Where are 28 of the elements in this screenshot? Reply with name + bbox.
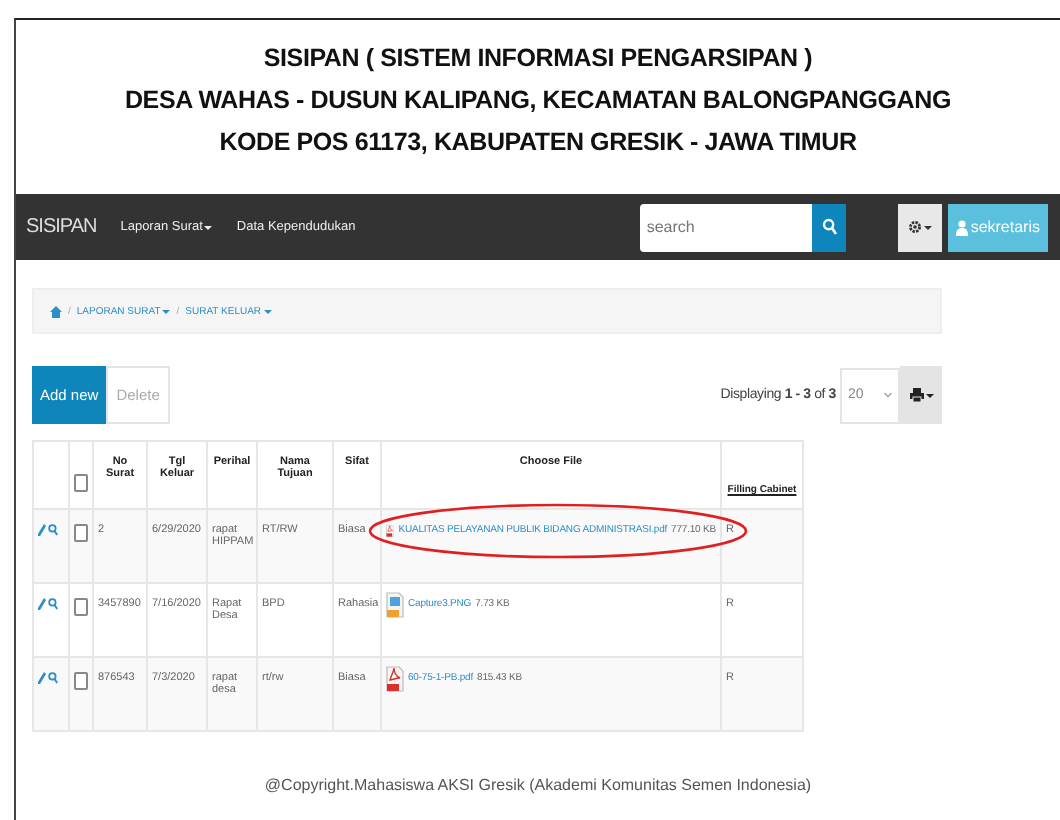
user-button[interactable]: sekretaris (948, 203, 1048, 251)
pdf-file-icon (386, 666, 404, 692)
row-checkbox[interactable] (74, 672, 88, 690)
edit-icon[interactable] (38, 524, 46, 536)
edit-icon[interactable] (38, 598, 46, 610)
search-icon[interactable] (48, 598, 58, 610)
settings-button[interactable] (898, 203, 943, 251)
printer-icon (909, 388, 923, 402)
search-icon[interactable] (48, 672, 58, 684)
search-icon (821, 218, 838, 236)
header-title: KODE POS 61173, KABUPATEN GRESIK - JAWA TIMUR (219, 126, 857, 160)
settings-icon (908, 220, 923, 234)
search-icon[interactable] (48, 524, 58, 536)
brand-name[interactable]: SISIPAN (26, 216, 97, 238)
header-title: SISIPAN ( SISTEM INFORMASI PENGARSIPAN ) (263, 42, 813, 76)
row-checkbox[interactable] (74, 524, 88, 542)
user-icon (956, 219, 969, 235)
chevron-down-icon (884, 392, 892, 398)
search-field[interactable]: search (640, 203, 813, 251)
image-file-icon (386, 592, 404, 618)
edit-icon[interactable] (38, 672, 46, 684)
copyright-text: @Copyright.Mahasiswa AKSI Gresik (Akademi Komunitas Semen Indonesia) (264, 776, 812, 794)
select-all-checkbox[interactable] (74, 474, 88, 492)
home-icon[interactable] (50, 305, 62, 317)
search-button[interactable] (812, 203, 847, 251)
header-title: DESA WAHAS - DUSUN KALIPANG, KECAMATAN BALONGPANGGANG (124, 84, 951, 118)
row-checkbox[interactable] (74, 598, 88, 616)
print-button[interactable] (900, 366, 942, 424)
